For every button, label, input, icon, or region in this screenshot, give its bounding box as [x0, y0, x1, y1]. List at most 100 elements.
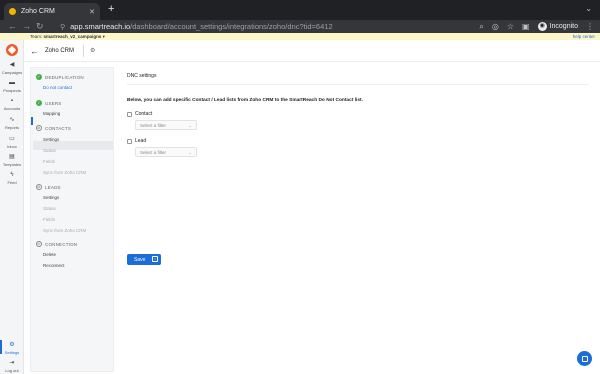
nav-label: Log out — [5, 368, 19, 373]
sidepanel-icon[interactable]: ▣ — [522, 22, 530, 31]
save-button[interactable]: Save ▪ — [127, 254, 161, 265]
address-bar[interactable]: ⚲ app.smartreach.io /dashboard/account_s… — [60, 21, 460, 32]
section-leads: ⊘ LEADS — [36, 184, 61, 190]
section-deduplication: ✓ DEDUPLICATION — [36, 74, 84, 80]
browser-toolbar: ← → ↻ ⚲ app.smartreach.io /dashboard/acc… — [0, 20, 600, 33]
nav-feed[interactable]: ϟ Feed — [0, 172, 24, 185]
save-icon: ▪ — [152, 256, 158, 262]
people-icon: ▬ — [9, 80, 15, 86]
team-selector[interactable]: Team: smartreach_v2_campaigns ▾ — [30, 34, 105, 40]
nav-inbox[interactable]: ▭ Inbox — [0, 136, 24, 149]
megaphone-icon: ◀ — [9, 62, 15, 68]
profile-icon: ◉ — [537, 22, 547, 31]
chat-widget-button[interactable] — [577, 351, 592, 366]
back-icon[interactable]: ← — [8, 21, 17, 32]
chart-icon: ∿ — [9, 117, 15, 123]
browser-tab-bar: Zoho CRM ✕ + ⌄ — [0, 0, 600, 20]
more-icon[interactable]: ⋮ — [586, 22, 594, 31]
nav-do-not-contact[interactable]: Do not contact — [43, 85, 72, 90]
section-users: ✓ USERS — [36, 100, 62, 106]
nav-leads-status[interactable]: Status — [43, 206, 56, 211]
back-arrow-icon[interactable]: ← — [30, 46, 39, 56]
section-heading: DNC settings — [127, 73, 157, 79]
lead-label: Lead — [135, 138, 147, 144]
nav-contacts-status[interactable]: Status — [43, 148, 56, 153]
tab-title: Zoho CRM — [21, 8, 55, 15]
nav-leads-settings[interactable]: Settings — [43, 195, 59, 200]
nav-label: Templates — [2, 162, 22, 167]
tab-favicon-icon — [9, 8, 16, 15]
nav-label: Inbox — [7, 144, 17, 149]
nav-mapping[interactable]: Mapping — [43, 111, 60, 116]
star-icon[interactable]: ☆ — [507, 22, 514, 31]
profile-label: Incognito — [549, 23, 578, 30]
nav-label: Settings — [4, 350, 20, 355]
nav-campaigns[interactable]: ◀ Campaigns — [0, 62, 24, 75]
nav-reports[interactable]: ∿ Reports — [0, 117, 24, 130]
template-icon: ▤ — [9, 154, 15, 160]
nav-delete[interactable]: Delete — [43, 252, 56, 257]
nav-prospects[interactable]: ▬ Prospects — [0, 80, 24, 93]
search-icon[interactable]: ⌕ — [479, 22, 483, 32]
chat-icon — [581, 355, 588, 362]
chevron-down-icon: ⌄ — [188, 149, 192, 155]
nav-contacts-settings[interactable]: Settings — [43, 137, 59, 142]
nav-contacts-sync[interactable]: Sync from Zoho CRM — [43, 170, 86, 175]
nav-leads-fields[interactable]: Fields — [43, 217, 55, 222]
smartreach-logo[interactable] — [6, 44, 18, 56]
team-prefix: Team: — [30, 33, 43, 39]
lock-icon: ⚲ — [60, 23, 66, 31]
left-nav: ◀ Campaigns ▬ Prospects ▪ Accounts ▭ Inb… — [0, 40, 24, 374]
nav-leads-sync[interactable]: Sync from Zoho CRM — [43, 228, 86, 233]
gear-icon: ⚙ — [9, 342, 15, 348]
help-center-link[interactable]: help center — [573, 34, 595, 39]
section-title: CONTACTS — [45, 125, 72, 131]
header-divider — [83, 44, 85, 57]
browser-tab[interactable]: Zoho CRM ✕ — [4, 3, 100, 20]
forward-icon[interactable]: → — [22, 21, 31, 32]
check-circle-icon: ✓ — [36, 74, 42, 80]
integration-settings-icon[interactable]: ⚙ — [90, 47, 95, 54]
nav-contacts-fields[interactable]: Fields — [43, 159, 55, 164]
section-title: LEADS — [45, 184, 61, 190]
circle-icon: ⊘ — [36, 125, 42, 131]
contact-filter-select[interactable]: Select a filter ⌄ — [135, 120, 197, 130]
circle-icon: ⊘ — [36, 184, 42, 190]
power-icon: ⏻ — [36, 241, 42, 247]
logout-icon: ⇥ — [9, 360, 15, 366]
tab-close-icon[interactable]: ✕ — [89, 8, 95, 16]
incognito-profile[interactable]: ◉ Incognito — [537, 22, 578, 31]
chevron-down-icon: ▾ — [102, 33, 105, 39]
page-title: Zoho CRM — [45, 47, 75, 54]
nav-templates[interactable]: ▤ Templates — [0, 154, 24, 167]
reload-icon[interactable]: ↻ — [36, 21, 44, 32]
app-viewport: Team: smartreach_v2_campaigns ▾ help cen… — [0, 33, 600, 374]
url-host: app.smartreach.io — [70, 22, 131, 31]
page-header: ← Zoho CRM ⚙ — [24, 40, 600, 62]
url-path: /dashboard/account_settings/integrations… — [130, 22, 333, 31]
nav-label: Feed — [7, 180, 17, 185]
select-placeholder: Select a filter — [140, 122, 167, 128]
dnc-description: Below, you can add specific Contact / Le… — [127, 98, 363, 103]
nav-logout[interactable]: ⇥ Log out — [0, 360, 24, 373]
tab-search-icon[interactable]: ⌄ — [585, 4, 592, 13]
lead-filter-select[interactable]: Select a filter ⌄ — [135, 147, 197, 157]
nav-settings[interactable]: ⚙ Settings — [0, 340, 24, 355]
nav-accounts[interactable]: ▪ Accounts — [0, 98, 24, 111]
contact-checkbox[interactable] — [127, 112, 132, 117]
section-connection: ⏻ CONNECTION — [36, 241, 77, 247]
chevron-down-icon: ⌄ — [188, 122, 192, 128]
new-tab-button[interactable]: + — [108, 4, 114, 15]
nav-label: Accounts — [3, 106, 21, 111]
bolt-icon: ϟ — [10, 172, 14, 178]
nav-reconnect[interactable]: Reconnect — [43, 263, 65, 268]
section-contacts: ⊘ CONTACTS — [36, 125, 71, 131]
building-icon: ▪ — [10, 98, 14, 104]
nav-label: Campaigns — [1, 70, 23, 75]
lead-checkbox[interactable] — [127, 139, 132, 144]
dnc-settings-panel: DNC settings Below, you can add specific… — [120, 67, 596, 372]
contact-label: Contact — [135, 111, 153, 117]
eye-off-icon[interactable]: ◎ — [492, 22, 499, 31]
section-title: DEDUPLICATION — [45, 74, 84, 80]
divider — [127, 84, 589, 85]
